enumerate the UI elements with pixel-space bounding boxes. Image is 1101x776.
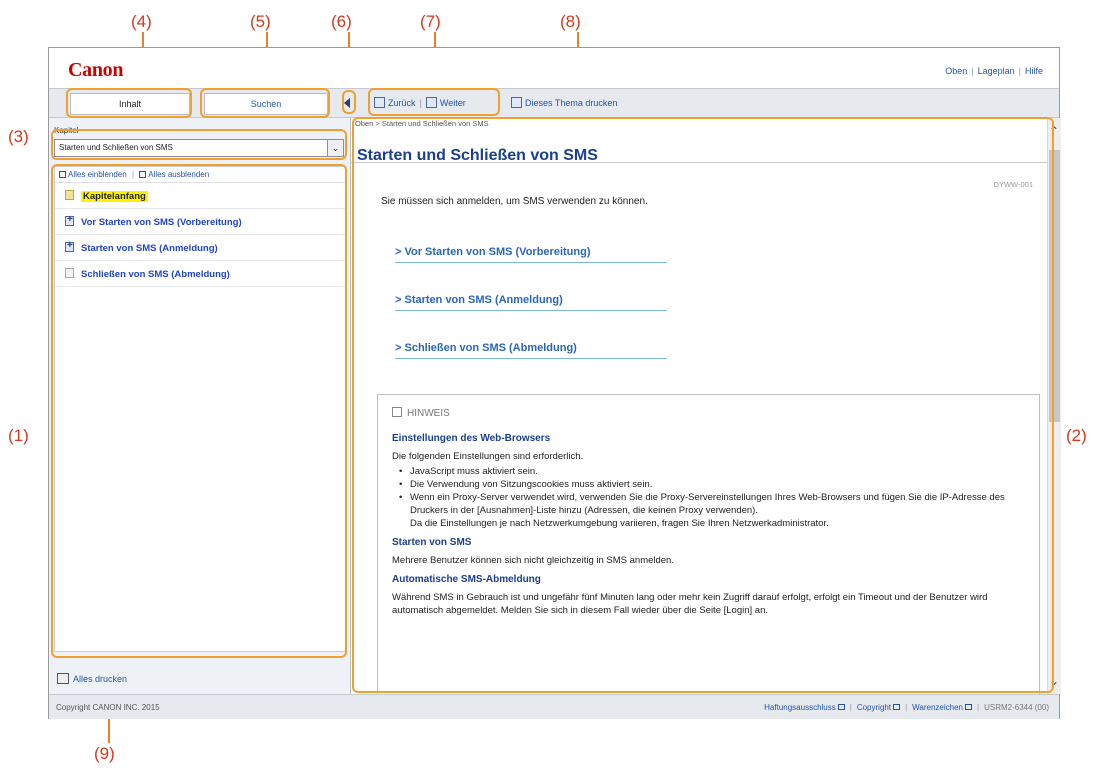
top-link-lageplan[interactable]: Lageplan xyxy=(978,66,1015,76)
print-topic-button[interactable]: Dieses Thema drucken xyxy=(511,96,617,110)
footer-link-trademarks[interactable]: Warenzeichen xyxy=(912,703,963,712)
highlight-box-5 xyxy=(200,88,330,118)
external-link-icon xyxy=(837,704,845,710)
footer: Copyright CANON INC. 2015 Haftungsaussch… xyxy=(49,694,1059,719)
top-link-oben[interactable]: Oben xyxy=(945,66,967,76)
printer-icon xyxy=(511,97,522,108)
highlight-box-1 xyxy=(51,164,347,658)
highlight-box-4 xyxy=(66,88,192,118)
highlight-box-2 xyxy=(352,117,1054,693)
footer-link-copyright[interactable]: Copyright xyxy=(857,703,891,712)
highlight-box-3 xyxy=(51,129,347,160)
callout-1: (1) xyxy=(8,426,29,445)
copyright-text: Copyright CANON INC. 2015 xyxy=(56,703,160,712)
callout-4: (4) xyxy=(131,12,152,31)
printer-icon xyxy=(57,673,69,684)
print-all-button[interactable]: Alles drucken xyxy=(57,673,127,684)
footer-link-disclaimer[interactable]: Haftungsausschluss xyxy=(764,703,836,712)
callout-7: (7) xyxy=(420,12,441,31)
highlight-box-7 xyxy=(368,88,500,116)
callout-8: (8) xyxy=(560,12,581,31)
footer-links: Haftungsausschluss | Copyright | Warenzeiche… xyxy=(764,703,1049,712)
external-link-icon xyxy=(893,704,901,710)
canon-logo: Canon xyxy=(68,59,124,81)
highlight-box-6 xyxy=(342,90,356,114)
callout-3: (3) xyxy=(8,127,29,146)
top-link-hilfe[interactable]: Hilfe xyxy=(1025,66,1043,76)
manual-code: USRM2-6344 (00) xyxy=(984,703,1049,712)
callout-5: (5) xyxy=(250,12,271,31)
page-header: Canon Oben | Lageplan | Hilfe xyxy=(49,48,1059,88)
external-link-icon xyxy=(965,704,972,710)
top-links: Oben | Lageplan | Hilfe xyxy=(945,66,1043,76)
print-all-label: Alles drucken xyxy=(73,674,128,684)
callout-6: (6) xyxy=(331,12,352,31)
callout-9: (9) xyxy=(94,744,115,763)
print-topic-label: Dieses Thema drucken xyxy=(525,98,618,108)
callout-2: (2) xyxy=(1066,426,1087,445)
